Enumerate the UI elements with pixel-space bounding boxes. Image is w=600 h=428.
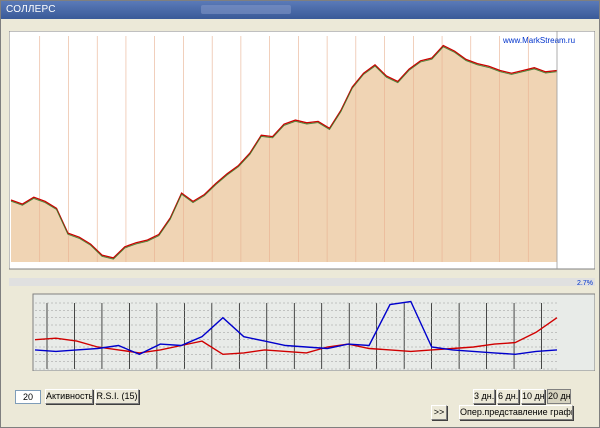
chart-area: www.MarkStream.ru 2.7% xyxy=(8,30,596,372)
period-6-days-button[interactable]: 6 дн. xyxy=(497,389,519,404)
rsi-button[interactable]: R.S.I. (15) xyxy=(95,389,139,404)
period-10-days-button[interactable]: 10 дн. xyxy=(521,389,545,404)
chart-svg: www.MarkStream.ru 2.7% xyxy=(8,30,596,372)
watermark-text: www.MarkStream.ru xyxy=(502,36,575,45)
volume-panel-frame xyxy=(32,293,596,372)
chart-mode-button[interactable]: Опер.представление графика xyxy=(459,405,573,420)
title-bar-blurred-text xyxy=(201,5,291,14)
period-3-days-button[interactable]: 3 дн. xyxy=(473,389,495,404)
title-bar: СОЛЛЕРС xyxy=(1,1,599,19)
period-20-days-button[interactable]: 20 дн. xyxy=(547,389,571,404)
scroll-right-button[interactable]: >> xyxy=(431,405,447,420)
app-window: СОЛЛЕРС www.MarkStream.ru 2.7% 20 Активн… xyxy=(0,0,600,428)
activity-button[interactable]: Активность xyxy=(45,389,93,404)
period-field[interactable]: 20 xyxy=(15,390,41,404)
percent-label: 2.7% xyxy=(577,280,593,287)
percent-strip xyxy=(9,278,595,286)
window-title: СОЛЛЕРС xyxy=(6,4,56,15)
